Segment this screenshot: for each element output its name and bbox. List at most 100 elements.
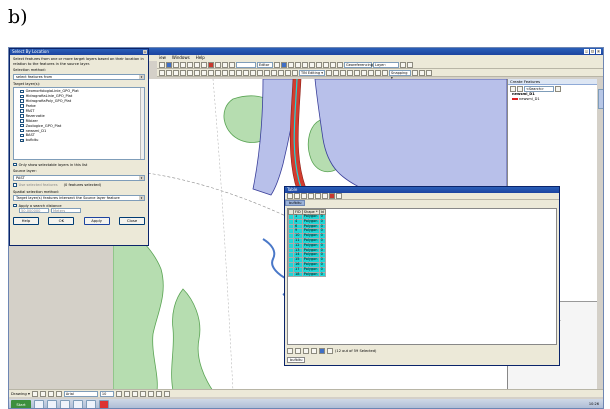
apply-button[interactable]: Apply [83,217,110,225]
layer-checkbox[interactable] [20,89,24,94]
arcmap-taskbar-icon[interactable] [86,400,96,408]
identify-icon[interactable] [236,69,242,76]
hyperlink-icon[interactable] [257,69,263,76]
last-record-icon[interactable] [311,348,317,354]
find-icon[interactable] [243,69,249,76]
pdf-icon[interactable] [99,400,109,408]
edit-tool-icon[interactable] [274,61,280,68]
zoom-in-icon[interactable] [159,69,165,76]
time-slider-icon[interactable] [271,69,277,76]
topology-icon[interactable] [337,61,343,68]
save-icon[interactable] [173,61,179,68]
fill-color-icon[interactable] [147,390,154,397]
search-icon[interactable] [292,69,298,76]
back-extent-icon[interactable] [201,69,207,76]
only-selectable-row[interactable]: Only show selectable layers in this list [13,162,145,167]
zoom-out-icon[interactable] [166,69,172,76]
distance-input[interactable]: 50.000000 [19,208,49,213]
new-icon[interactable] [159,61,165,68]
select-features-icon[interactable] [215,69,221,76]
template-search-input[interactable]: <Search> [524,85,554,92]
cut-icon[interactable] [187,61,193,68]
link-icon[interactable] [407,61,413,68]
ok-button[interactable]: OK [48,217,75,225]
font-select[interactable]: Arial [63,390,98,397]
spatial-method-select[interactable]: Target layer(s) features intersect the S… [13,195,145,201]
layer-checkbox[interactable] [20,94,24,99]
marker-color-icon[interactable] [163,390,170,397]
tin-move-icon[interactable] [347,69,353,76]
forward-extent-icon[interactable] [208,69,214,76]
edit-vertices-icon[interactable] [330,61,336,68]
italic-icon[interactable] [123,390,130,397]
tin-delete-icon[interactable] [340,69,346,76]
layer-checkbox[interactable] [20,99,24,104]
filter-icon[interactable] [517,85,523,92]
maximize-button[interactable]: □ [590,49,595,54]
fit-to-display-icon[interactable] [400,61,406,68]
drawing-menu[interactable]: Drawing ▾ [11,391,30,396]
rotate-element-icon[interactable] [39,390,46,397]
selection-method-select[interactable]: select features from ▾ [13,73,145,80]
table-row[interactable]: 18 Polygon 0 [288,271,326,278]
layer-checkbox[interactable] [20,128,24,133]
layer-list-scrollbar[interactable] [140,88,144,159]
help-button[interactable]: Help [13,217,39,225]
undo-icon[interactable] [215,61,221,68]
select-by-attributes-icon[interactable] [301,193,307,199]
html-popup-icon[interactable] [264,69,270,76]
rectangle-icon[interactable] [47,390,54,397]
apply-distance-checkbox[interactable] [13,203,17,208]
delete-selected-icon[interactable] [329,193,335,199]
reshape-icon[interactable] [288,61,294,68]
create-features-icon[interactable] [323,61,329,68]
attributes-icon[interactable] [309,61,315,68]
vertex-snap-icon[interactable] [426,69,432,76]
only-selectable-checkbox[interactable] [13,162,17,167]
pan-icon[interactable] [173,69,179,76]
next-record-icon[interactable] [303,348,309,354]
organize-templates-icon[interactable] [510,85,516,92]
browser-icon[interactable] [60,400,70,408]
footer-tab[interactable]: bufbitu [287,357,306,363]
explorer-icon[interactable] [34,400,44,408]
clear-selection-icon[interactable] [222,69,228,76]
underline-icon[interactable] [131,390,138,397]
delete-icon[interactable] [208,61,214,68]
clear-selection-icon[interactable] [315,193,321,199]
first-record-icon[interactable] [287,348,293,354]
georeferencing-menu[interactable]: Georeferencing ▾ [344,61,373,72]
media-icon[interactable] [73,400,83,408]
zoom-to-selected-icon[interactable] [322,193,328,199]
text-icon[interactable] [55,390,62,397]
folder-icon[interactable] [47,400,57,408]
open-icon[interactable] [166,61,172,68]
line-color-icon[interactable] [155,390,162,397]
layer-checkbox[interactable] [20,123,24,128]
font-color-icon[interactable] [139,390,146,397]
select-elements-icon[interactable] [31,390,38,397]
search-icon[interactable] [555,85,561,92]
end-snap-icon[interactable] [419,69,425,76]
start-button[interactable]: Start [11,400,31,408]
tin-flip-icon[interactable] [354,69,360,76]
measure-icon[interactable] [250,69,256,76]
fixed-zoom-in-icon[interactable] [187,69,193,76]
close-button[interactable]: x [596,49,601,54]
sketch-tool-icon[interactable] [281,61,287,68]
layer-checkbox[interactable] [20,133,24,138]
layer-checkbox-checked[interactable]: ✓ [20,138,24,143]
template-entry[interactable]: newsmi_D1 [508,97,597,102]
use-selected-checkbox[interactable] [13,183,17,187]
table-options-icon[interactable] [287,193,293,199]
show-all-records-icon[interactable] [319,348,325,354]
tin-interp-icon[interactable] [361,69,367,76]
add-data-icon[interactable] [229,61,235,68]
copy-icon[interactable] [194,61,200,68]
layer-item[interactable]: ✓ bufbitu [16,138,142,143]
copy-rows-icon[interactable] [336,193,342,199]
close-dialog-button[interactable]: Close [118,217,145,225]
dialog-close-button[interactable]: x [143,50,147,54]
tin-edge-icon[interactable] [333,69,339,76]
layer-combo[interactable]: Layer: [373,61,399,68]
